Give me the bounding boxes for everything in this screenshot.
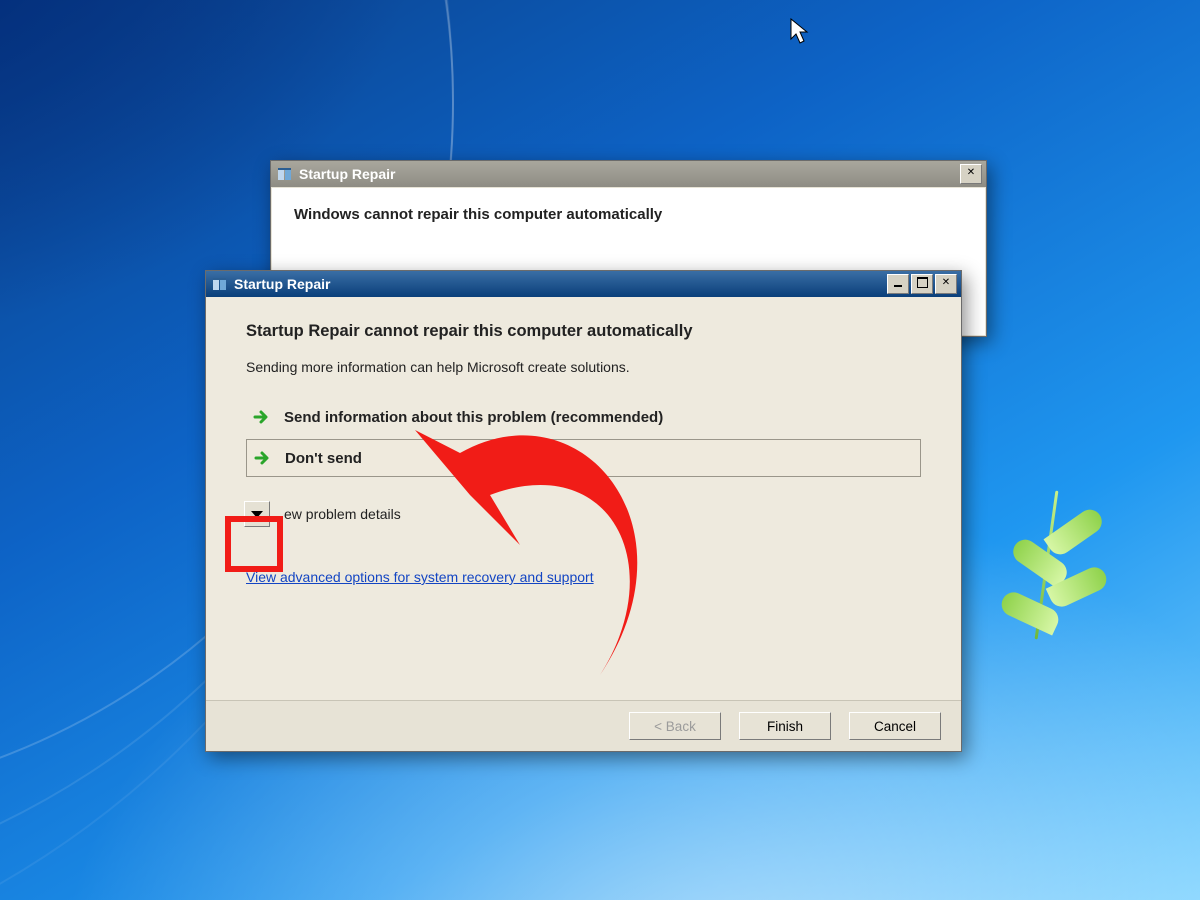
desktop-background: Startup Repair Windows cannot repair thi… [0, 0, 1200, 900]
app-icon [212, 276, 228, 292]
background-heading: Windows cannot repair this computer auto… [294, 206, 662, 223]
arrow-right-icon [253, 448, 273, 468]
background-window-titlebar[interactable]: Startup Repair [271, 161, 986, 187]
dialog-title: Startup Repair [234, 276, 887, 292]
back-button: < Back [629, 712, 721, 740]
dialog-body: Startup Repair cannot repair this comput… [206, 298, 961, 701]
close-button[interactable] [960, 164, 982, 184]
expand-details-button[interactable] [244, 501, 270, 527]
dialog-heading: Startup Repair cannot repair this comput… [246, 322, 921, 341]
chevron-down-icon [251, 511, 263, 518]
close-button[interactable] [935, 274, 957, 294]
background-window-title: Startup Repair [299, 166, 960, 182]
cancel-button[interactable]: Cancel [849, 712, 941, 740]
dialog-footer: < Back Finish Cancel [206, 700, 961, 751]
dialog-titlebar[interactable]: Startup Repair [206, 271, 961, 297]
advanced-options-link[interactable]: View advanced options for system recover… [246, 569, 921, 585]
send-info-option[interactable]: Send information about this problem (rec… [246, 397, 921, 437]
cursor-icon [790, 18, 810, 46]
arrow-right-icon [252, 407, 272, 427]
send-info-label: Send information about this problem (rec… [284, 409, 663, 426]
problem-details-row: ew problem details [244, 501, 921, 527]
dont-send-label: Don't send [285, 450, 362, 467]
problem-details-label: ew problem details [284, 506, 401, 522]
finish-button[interactable]: Finish [739, 712, 831, 740]
startup-repair-dialog: Startup Repair Startup Repair cannot rep… [205, 270, 962, 752]
dialog-subtext: Sending more information can help Micros… [246, 359, 921, 375]
dont-send-option[interactable]: Don't send [246, 439, 921, 477]
maximize-button[interactable] [911, 274, 933, 294]
minimize-button[interactable] [887, 274, 909, 294]
app-icon [277, 166, 293, 182]
